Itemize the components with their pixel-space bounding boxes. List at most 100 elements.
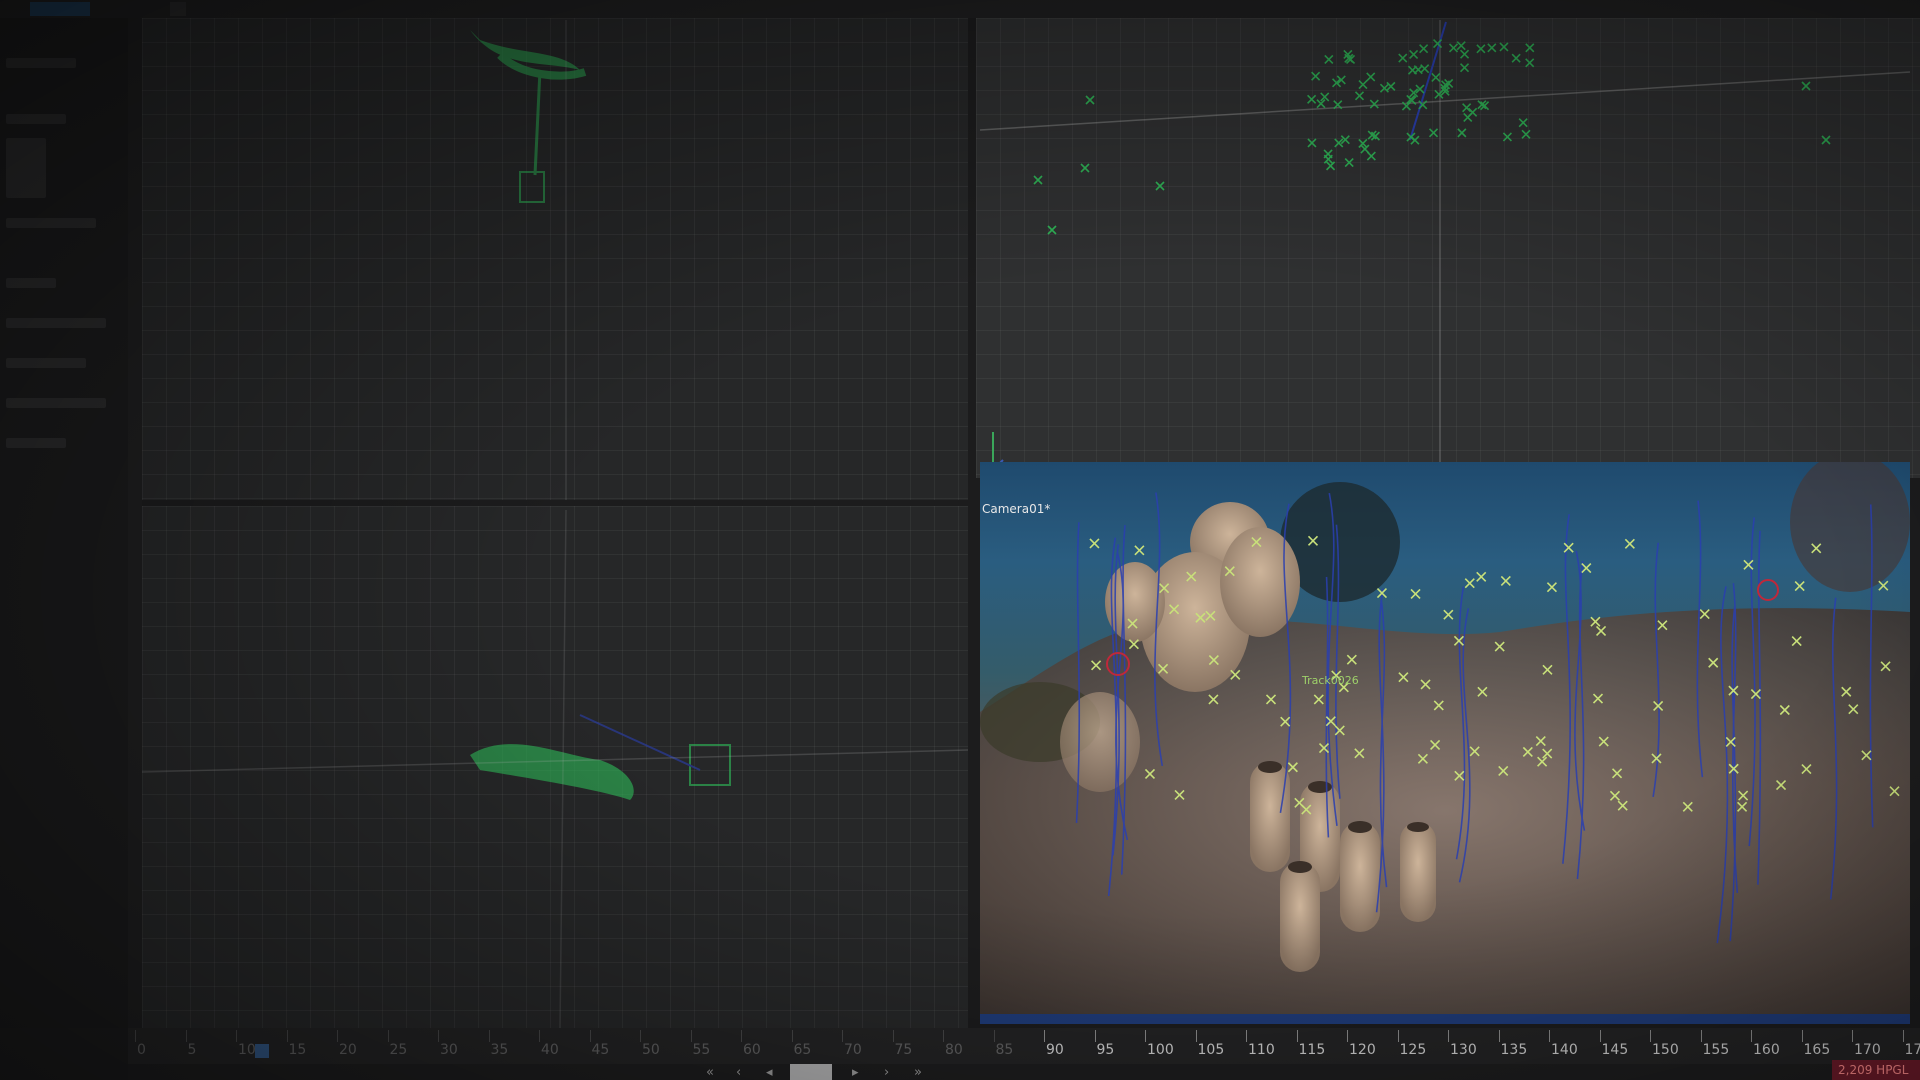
tracker-cross bbox=[1134, 545, 1145, 556]
transport-button-3[interactable]: ▸ bbox=[852, 1065, 859, 1080]
timeline-tick-label: 115 bbox=[1298, 1042, 1326, 1058]
timeline-tick-mark bbox=[438, 1030, 439, 1042]
timeline-tick-mark bbox=[236, 1030, 237, 1042]
tracker-cross bbox=[1794, 581, 1805, 592]
tracker-cross bbox=[1476, 571, 1487, 582]
timeline-tick-label: 100 bbox=[1147, 1042, 1174, 1058]
tracker-cross bbox=[1366, 151, 1376, 161]
tracker-cross bbox=[1428, 128, 1439, 138]
timeline-tick-label: 90 bbox=[1046, 1042, 1064, 1058]
time-slider-handle[interactable] bbox=[255, 1044, 269, 1058]
tracker-cross bbox=[1511, 53, 1521, 63]
tracker-cross bbox=[1089, 538, 1100, 549]
tracker-cross bbox=[1521, 129, 1531, 139]
timeline-tick-mark bbox=[1650, 1030, 1651, 1042]
camera-viewport-label[interactable]: Camera01* bbox=[982, 502, 1050, 516]
timeline-tick-mark bbox=[1902, 1030, 1904, 1042]
tracker-cross bbox=[1500, 575, 1511, 586]
status-hpgl: 2,209 HPGL bbox=[1832, 1060, 1920, 1080]
timeline-tick-mark bbox=[1852, 1030, 1853, 1042]
timeline-tick-label: 170 bbox=[1854, 1042, 1881, 1058]
timeline-tick-label: 20 bbox=[339, 1042, 357, 1058]
tracker-cross bbox=[1354, 91, 1365, 101]
timeline-tick-mark bbox=[1700, 1030, 1702, 1042]
timeline-tick-mark bbox=[1094, 1030, 1096, 1042]
tracker-cross bbox=[1821, 135, 1831, 145]
tracker-cross bbox=[1464, 578, 1475, 589]
tracker-cross bbox=[1546, 582, 1557, 593]
tracker-cross bbox=[1468, 107, 1478, 117]
timeline-tick-mark bbox=[1246, 1030, 1247, 1042]
timeline-tick-mark bbox=[842, 1030, 843, 1042]
camera-viewport[interactable]: Track0026 bbox=[980, 462, 1910, 1014]
tracker-cross bbox=[1499, 42, 1509, 52]
transport-button-1[interactable]: ‹ bbox=[736, 1065, 741, 1080]
tracker-cross bbox=[1459, 49, 1470, 59]
tracker-cross bbox=[1369, 99, 1379, 109]
timeline-tick-label: 150 bbox=[1652, 1042, 1679, 1058]
current-frame-field[interactable] bbox=[790, 1064, 832, 1080]
timeline-tick-label: 0 bbox=[137, 1042, 146, 1058]
tracker-cross bbox=[1456, 41, 1466, 51]
tracker-cross bbox=[1307, 138, 1317, 148]
transport-button-2[interactable]: ◂ bbox=[766, 1065, 773, 1080]
tracker-cross bbox=[1410, 135, 1420, 145]
timeline-tick-mark bbox=[741, 1030, 742, 1042]
transport-button-5[interactable]: » bbox=[914, 1065, 922, 1080]
timeline-tick-mark bbox=[185, 1030, 187, 1042]
timeline-tick-label: 155 bbox=[1702, 1042, 1730, 1058]
timeline-tick-label: 105 bbox=[1197, 1042, 1225, 1058]
timeline-tick-mark bbox=[1044, 1030, 1045, 1042]
timeline-tick-mark bbox=[1549, 1030, 1550, 1042]
timeline-tick-label: 175 bbox=[1904, 1042, 1920, 1058]
tracker-cross bbox=[1155, 181, 1165, 191]
timeline-tick-label: 45 bbox=[591, 1042, 610, 1058]
tracker-cross bbox=[1878, 580, 1889, 591]
timeline-tick-label: 50 bbox=[642, 1042, 660, 1058]
timeline-tick-label: 85 bbox=[995, 1042, 1014, 1058]
tracker-cross bbox=[1080, 163, 1090, 173]
timeline-tick-mark bbox=[488, 1030, 490, 1042]
timeline-tick-label: 25 bbox=[389, 1042, 408, 1058]
timeline-tick-label: 65 bbox=[793, 1042, 812, 1058]
timeline-tick-mark bbox=[993, 1030, 995, 1042]
tracker-cross bbox=[1462, 103, 1472, 113]
timeline-tick-label: 95 bbox=[1096, 1042, 1115, 1058]
tracker-cross bbox=[1476, 44, 1486, 54]
timeline-tick-label: 35 bbox=[490, 1042, 509, 1058]
timeline-tick-label: 40 bbox=[541, 1042, 559, 1058]
timeline-tick-label: 110 bbox=[1248, 1042, 1275, 1058]
tracker-cross bbox=[1525, 43, 1535, 53]
point-cloud-top-left bbox=[470, 30, 587, 203]
tracker-cross bbox=[1448, 43, 1459, 53]
timeline-tick-label: 160 bbox=[1753, 1042, 1780, 1058]
tracker-cross bbox=[1457, 128, 1467, 138]
transport-button-0[interactable]: « bbox=[706, 1065, 714, 1080]
tracker-cross bbox=[1419, 44, 1429, 54]
timeline-tick-mark bbox=[1296, 1030, 1298, 1042]
tracker-cross bbox=[1502, 132, 1512, 142]
tracker-cross bbox=[1443, 609, 1454, 620]
tracker-cross bbox=[1801, 81, 1811, 91]
tracker-cross bbox=[1366, 72, 1376, 82]
timeline-tick-label: 130 bbox=[1450, 1042, 1477, 1058]
tracker-cross bbox=[1358, 80, 1368, 90]
tracker-cross bbox=[1518, 118, 1528, 128]
tracker-cross bbox=[1033, 175, 1043, 185]
tracker-cross bbox=[1344, 157, 1354, 168]
timeline-tick-mark bbox=[135, 1030, 136, 1042]
timeline-tick-mark bbox=[286, 1030, 288, 1042]
tracker-cross bbox=[1431, 72, 1441, 83]
timeline-tick-label: 145 bbox=[1601, 1042, 1629, 1058]
timeline-tick-label: 165 bbox=[1803, 1042, 1831, 1058]
timeline-tick-mark bbox=[337, 1030, 338, 1042]
timeline-tick-mark bbox=[1145, 1030, 1146, 1042]
timeline-tick-mark bbox=[1347, 1030, 1348, 1042]
timeline-tick-mark bbox=[690, 1030, 692, 1042]
timeline-tick-label: 140 bbox=[1551, 1042, 1578, 1058]
timeline-tick-mark bbox=[640, 1030, 641, 1042]
timeline-tick-mark bbox=[943, 1030, 944, 1042]
timeline-tick-mark bbox=[1448, 1030, 1449, 1042]
transport-button-4[interactable]: › bbox=[884, 1065, 889, 1080]
tracker-cross bbox=[1326, 161, 1336, 171]
